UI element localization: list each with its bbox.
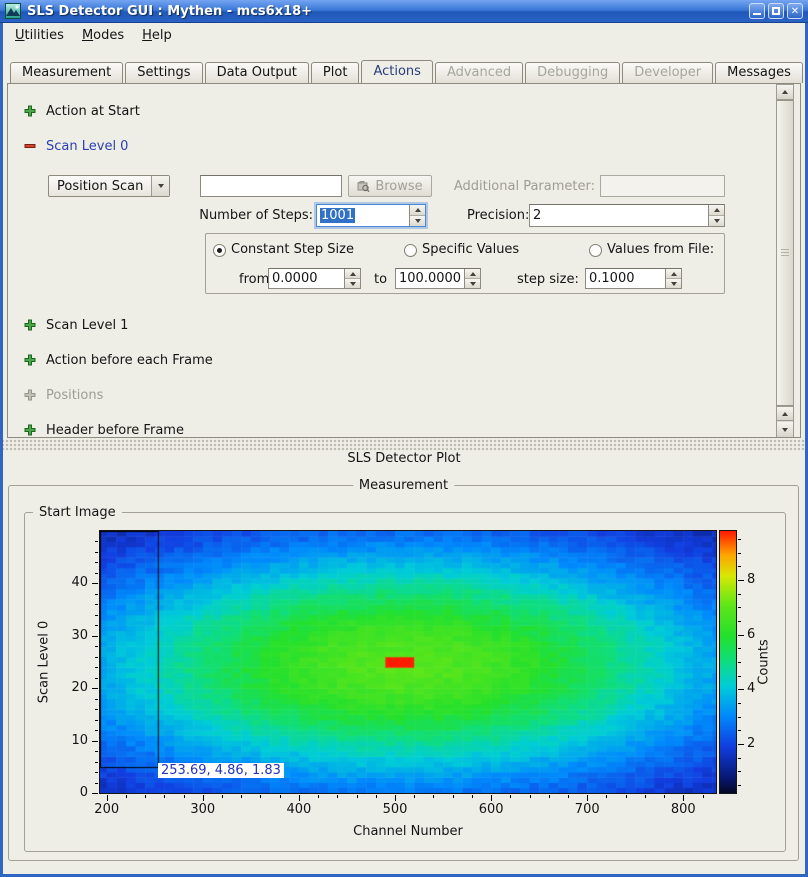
action-at-start-label[interactable]: Action at Start	[46, 104, 140, 119]
heatmap-canvas[interactable]	[100, 531, 716, 793]
y-axis-title: Scan Level 0	[37, 621, 52, 703]
from-spinbox[interactable]: 0.0000	[268, 268, 361, 289]
chevron-down-icon	[151, 176, 169, 196]
arrow-up-icon	[782, 412, 788, 416]
tab-data-output[interactable]: Data Output	[205, 62, 309, 83]
positions-label: Positions	[46, 388, 103, 403]
precision-value[interactable]: 2	[533, 208, 541, 223]
scan-script-input[interactable]	[200, 175, 342, 197]
folder-search-icon	[357, 180, 370, 193]
splitter-handle[interactable]	[0, 438, 808, 451]
tab-advanced: Advanced	[435, 62, 523, 83]
to-spinbox[interactable]: 100.0000	[395, 268, 481, 289]
expand-plus-icon-disabled	[24, 389, 36, 401]
x-axis-title: Channel Number	[100, 824, 716, 839]
vertical-scrollbar[interactable]	[776, 84, 794, 437]
colorbar-canvas	[720, 531, 736, 793]
arrow-up-icon	[782, 90, 788, 94]
spin-buttons	[409, 205, 425, 226]
precision-spinbox[interactable]: 2	[529, 204, 725, 227]
close-button[interactable]	[787, 3, 803, 19]
tab-plot[interactable]: Plot	[311, 62, 360, 83]
spin-down-button[interactable]	[410, 215, 425, 226]
browse-label: Browse	[375, 179, 422, 194]
specific-values-label[interactable]: Specific Values	[422, 242, 519, 257]
step-size-spinbox[interactable]: 0.1000	[585, 268, 682, 289]
tab-messages[interactable]: Messages	[715, 62, 803, 83]
spin-up-button[interactable]	[345, 269, 360, 278]
step-size-value[interactable]: 0.1000	[589, 271, 635, 286]
spin-down-button[interactable]	[709, 215, 724, 226]
additional-parameter-label: Additional Parameter:	[442, 179, 595, 194]
to-label: to	[374, 272, 387, 287]
spin-up-button[interactable]	[465, 269, 480, 278]
number-of-steps-label: Number of Steps:	[170, 208, 313, 223]
scroll-thumb[interactable]	[777, 100, 793, 406]
number-of-steps-spinbox[interactable]: 1001	[316, 204, 426, 227]
window-title: SLS Detector GUI : Mythen - mcs6x18+	[27, 4, 746, 19]
menu-help[interactable]: Help	[133, 25, 181, 46]
expand-plus-icon[interactable]	[24, 424, 36, 436]
app-window: { "window": { "title": "SLS Detector GUI…	[0, 0, 808, 877]
action-before-each-frame-label[interactable]: Action before each Frame	[46, 353, 213, 368]
spin-down-button[interactable]	[345, 278, 360, 288]
number-of-steps-value[interactable]: 1001	[320, 208, 355, 223]
spin-buttons	[708, 205, 724, 226]
scan-level-1-label[interactable]: Scan Level 1	[46, 318, 128, 333]
tab-measurement[interactable]: Measurement	[10, 62, 123, 83]
titlebar: SLS Detector GUI : Mythen - mcs6x18+	[0, 0, 808, 23]
tab-debugging: Debugging	[525, 62, 620, 83]
specific-values-radio[interactable]	[404, 244, 417, 257]
additional-parameter-input	[600, 175, 725, 197]
maximize-button[interactable]	[768, 3, 784, 19]
expand-plus-icon[interactable]	[24, 105, 36, 117]
to-value[interactable]: 100.0000	[399, 271, 461, 286]
header-before-frame-label[interactable]: Header before Frame	[46, 423, 184, 438]
precision-label: Precision:	[467, 208, 529, 223]
spin-up-button[interactable]	[709, 205, 724, 215]
colorbar-frame	[719, 530, 737, 794]
scroll-down-button[interactable]	[777, 422, 793, 437]
collapse-minus-icon[interactable]	[24, 140, 36, 152]
scroll-up-button[interactable]	[777, 85, 793, 100]
tab-developer: Developer	[622, 62, 713, 83]
constant-step-size-label[interactable]: Constant Step Size	[231, 242, 354, 257]
spin-up-button[interactable]	[666, 269, 681, 278]
values-from-file-label[interactable]: Values from File:	[607, 242, 714, 257]
scan-type-value: Position Scan	[49, 179, 151, 194]
spin-down-button[interactable]	[666, 278, 681, 288]
from-label: from	[239, 272, 269, 287]
plot-canvas-frame	[99, 530, 717, 794]
scan-type-combo[interactable]: Position Scan	[48, 175, 170, 197]
expand-plus-icon[interactable]	[24, 319, 36, 331]
measurement-group-title: Measurement	[353, 478, 454, 493]
step-size-label: step size:	[517, 272, 579, 287]
tab-settings[interactable]: Settings	[125, 62, 202, 83]
browse-button: Browse	[348, 175, 432, 197]
scan-level-0-label[interactable]: Scan Level 0	[46, 139, 128, 154]
from-value[interactable]: 0.0000	[272, 271, 318, 286]
arrow-down-icon	[782, 428, 788, 432]
spin-up-button[interactable]	[410, 205, 425, 215]
menubar: UtilitiesModesHelp	[0, 23, 808, 48]
plot-dock-title: SLS Detector Plot	[0, 451, 808, 466]
tab-actions[interactable]: Actions	[361, 60, 433, 83]
spin-down-button[interactable]	[465, 278, 480, 288]
start-image-group-title: Start Image	[33, 505, 122, 520]
colorbar-axis-title: Counts	[757, 639, 772, 684]
minimize-button[interactable]	[749, 3, 765, 19]
menu-modes[interactable]: Modes	[73, 25, 133, 46]
constant-step-size-radio[interactable]	[213, 244, 226, 257]
tab-bar: MeasurementSettingsData OutputPlotAction…	[10, 60, 805, 83]
expand-plus-icon[interactable]	[24, 354, 36, 366]
menu-utilities[interactable]: Utilities	[6, 25, 73, 46]
values-from-file-radio[interactable]	[589, 244, 602, 257]
app-logo-icon	[5, 3, 21, 19]
cursor-position-readout: 253.69, 4.86, 1.83	[158, 763, 284, 778]
scroll-up-button-bottom[interactable]	[777, 406, 793, 421]
